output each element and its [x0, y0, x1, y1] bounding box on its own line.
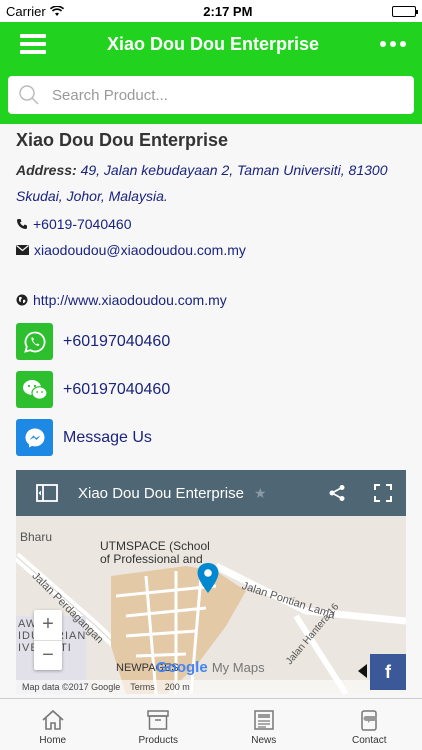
poi-line-2: of Professional and [100, 552, 203, 566]
messenger-icon [16, 419, 53, 456]
map-scale: 200 m [164, 682, 190, 692]
tab-news[interactable]: News [211, 699, 317, 750]
fullscreen-icon[interactable] [374, 484, 392, 502]
page-title: Xiao Dou Dou Enterprise [106, 33, 320, 54]
my-maps-label: My Maps [211, 660, 265, 675]
battery-icon [392, 5, 418, 17]
status-time: 2:17 PM [203, 3, 253, 19]
map-terms-link[interactable]: Terms [130, 682, 155, 692]
collapse-arrow-icon[interactable] [358, 664, 368, 678]
website-link: http://www.xiaodoudou.com.my [33, 292, 227, 308]
envelope-icon [16, 245, 29, 255]
email-row[interactable]: xiaodoudou@xiaodoudou.com.my [16, 239, 406, 261]
map-label-poi: UTMSPACE (School of Professional and [100, 540, 210, 566]
address: Address: 49, Jalan kebudayaan 2, Taman U… [16, 157, 406, 209]
contact-icon [361, 710, 377, 731]
business-name: Xiao Dou Dou Enterprise [16, 130, 229, 150]
globe-icon [16, 294, 28, 306]
map-title: Xiao Dou Dou Enterprise [78, 484, 244, 502]
map-data-credit: Map data ©2017 Google [22, 682, 121, 692]
tab-news-label: News [251, 735, 277, 746]
map-footer: Map data ©2017 Google Terms 200 m [16, 680, 406, 694]
zoom-in-button[interactable]: + [34, 610, 62, 640]
whatsapp-number: +60197040460 [63, 332, 171, 350]
tab-products-label: Products [138, 735, 178, 746]
google-logo-text: Google [156, 659, 208, 676]
star-icon[interactable]: ★ [254, 485, 267, 502]
news-icon [254, 710, 274, 730]
tab-bar: Home Products News Contact [0, 698, 422, 750]
home-icon [42, 709, 64, 730]
tab-products[interactable]: Products [106, 699, 212, 750]
tab-home-label: Home [39, 735, 67, 746]
status-bar: Carrier 2:17 PM [0, 0, 422, 22]
google-logo: Google My Maps [156, 659, 265, 676]
facebook-button[interactable]: f [370, 654, 406, 690]
map-header: Xiao Dou Dou Enterprise ★ [16, 470, 406, 516]
hamburger-icon[interactable] [20, 34, 46, 54]
phone-icon [17, 219, 27, 229]
address-line1: 49, Jalan kebudayaan 2, Taman Universiti… [76, 162, 388, 178]
email-text: xiaodoudou@xiaodoudou.com.my [34, 242, 246, 258]
poi-line-1: UTMSPACE (School [100, 539, 210, 553]
messenger-row[interactable]: Message Us [16, 419, 406, 456]
wechat-icon [16, 371, 53, 408]
whatsapp-row[interactable]: +60197040460 [16, 323, 406, 360]
carrier-label: Carrier [6, 3, 46, 19]
phone-row[interactable]: +6019-7040460 [16, 213, 406, 235]
wechat-number: +60197040460 [63, 380, 171, 398]
wechat-row[interactable]: +60197040460 [16, 371, 406, 408]
zoom-out-button[interactable]: − [34, 639, 62, 671]
tab-home[interactable]: Home [0, 699, 106, 750]
nav-bar: Xiao Dou Dou Enterprise [0, 22, 422, 66]
sidebar-toggle-icon[interactable] [36, 484, 58, 502]
website-row[interactable]: http://www.xiaodoudou.com.my [16, 289, 406, 311]
tab-contact-label: Contact [352, 735, 387, 746]
share-icon[interactable] [328, 484, 346, 502]
wifi-icon [49, 5, 64, 16]
map-label-bharu: Bharu [20, 530, 53, 544]
messenger-label: Message Us [63, 428, 152, 446]
map-pin-icon[interactable] [196, 562, 220, 594]
more-icon[interactable] [380, 41, 406, 47]
zoom-control: + − [34, 610, 62, 670]
map-embed[interactable]: Xiao Dou Dou Enterprise ★ Bharu UTMSPACE… [16, 470, 406, 694]
whatsapp-icon [16, 323, 53, 360]
tab-contact[interactable]: Contact [317, 699, 422, 750]
products-icon [147, 710, 169, 730]
address-label: Address: [16, 162, 77, 178]
search-bar [0, 66, 422, 124]
phone-text: +6019-7040460 [33, 216, 132, 232]
business-details: Xiao Dou Dou Enterprise Address: 49, Jal… [0, 124, 422, 700]
search-input[interactable] [52, 86, 404, 104]
address-line2: Skudai, Johor, Malaysia. [16, 188, 168, 204]
search-icon [19, 85, 39, 105]
